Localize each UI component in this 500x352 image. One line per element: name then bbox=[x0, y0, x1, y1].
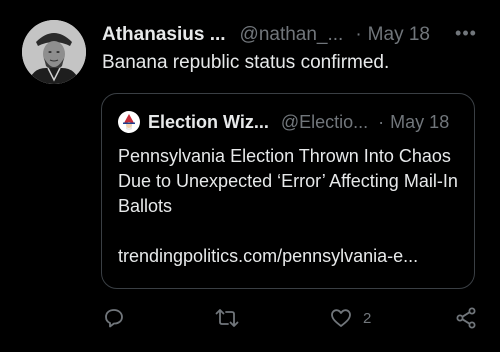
reply-button[interactable] bbox=[102, 306, 126, 330]
tweet-header: Athanasius ... @nathan_... · May 18 bbox=[102, 22, 430, 48]
wizard-icon bbox=[123, 114, 135, 130]
quoted-tweet-text: Pennsylvania Election Thrown Into Chaos … bbox=[118, 146, 458, 216]
like-count: 2 bbox=[363, 309, 372, 327]
quoted-avatar[interactable] bbox=[118, 111, 140, 133]
retweet-button[interactable] bbox=[214, 306, 240, 330]
tweet[interactable]: Athanasius ... @nathan_... · May 18 ••• … bbox=[0, 0, 500, 352]
quoted-tweet-date[interactable]: May 18 bbox=[390, 112, 449, 133]
separator-dot: · bbox=[355, 24, 362, 45]
more-options-icon[interactable]: ••• bbox=[452, 22, 480, 46]
user-handle[interactable]: @nathan_... bbox=[240, 24, 344, 46]
quoted-tweet-link[interactable]: trendingpolitics.com/pennsylvania-e... bbox=[118, 246, 418, 267]
retweet-icon bbox=[215, 309, 239, 327]
tweet-actions: 2 bbox=[102, 300, 482, 336]
share-button[interactable] bbox=[454, 306, 478, 330]
heart-icon bbox=[331, 309, 351, 327]
avatar[interactable] bbox=[22, 20, 86, 84]
like-button[interactable]: 2 bbox=[329, 306, 371, 330]
quoted-separator-dot: · bbox=[378, 111, 385, 132]
quoted-tweet-header: Election Wiz... @Electio... · May 18 bbox=[118, 110, 449, 134]
quoted-display-name[interactable]: Election Wiz... bbox=[148, 112, 269, 133]
quoted-tweet[interactable]: Election Wiz... @Electio... · May 18 Pen… bbox=[101, 93, 475, 289]
reply-icon bbox=[105, 309, 123, 328]
display-name[interactable]: Athanasius ... bbox=[102, 24, 226, 46]
quoted-user-handle[interactable]: @Electio... bbox=[281, 112, 368, 133]
portrait-image bbox=[22, 20, 86, 84]
tweet-text: Banana republic status confirmed. bbox=[102, 52, 390, 73]
tweet-date[interactable]: May 18 bbox=[368, 24, 430, 46]
share-icon bbox=[456, 307, 476, 329]
